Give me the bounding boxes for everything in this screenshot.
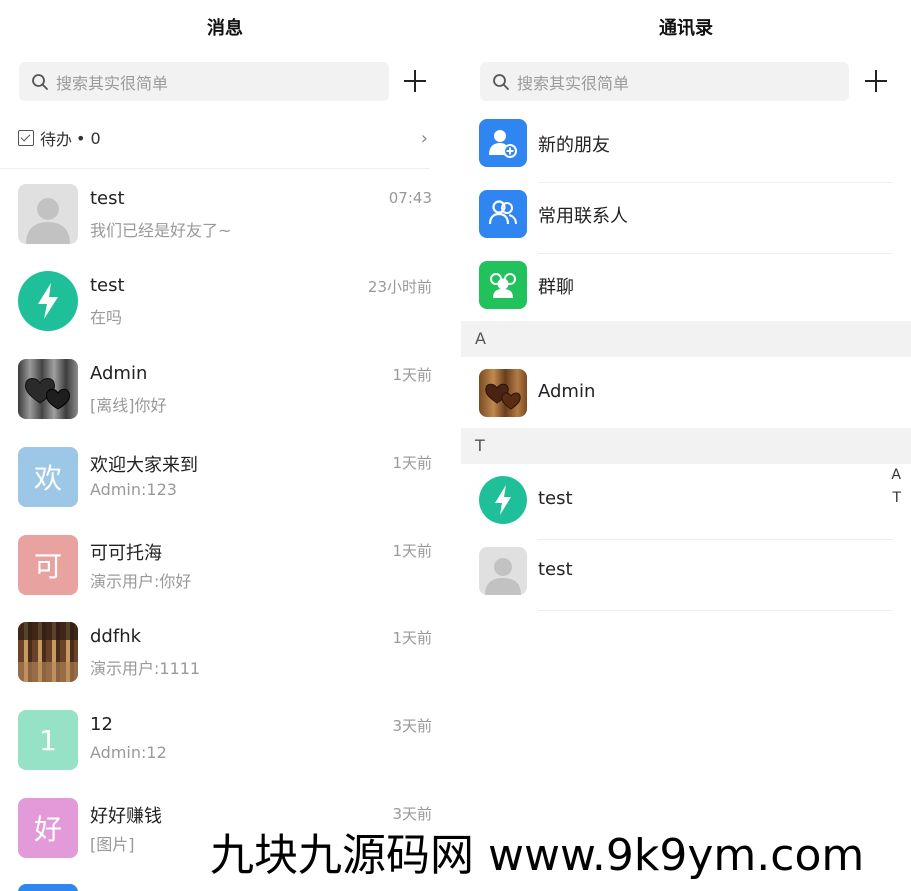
divider (538, 253, 893, 254)
hearts-image (485, 383, 521, 410)
search-input[interactable]: 搜索其实很简单 (19, 62, 389, 101)
conversation-time: 1天前 (392, 629, 432, 647)
conversation-preview: 在吗 (90, 308, 123, 327)
conversation-item[interactable]: 欢 欢迎大家来到 1天前 Admin:123 (0, 447, 450, 527)
contacts-icon (479, 190, 527, 238)
todo-label: 待办 (40, 130, 73, 149)
avatar-letter: 可 (33, 550, 62, 583)
avatar: 好 (18, 798, 78, 858)
conversation-name: 12 (90, 714, 113, 735)
food-image (18, 622, 78, 682)
avatar (18, 359, 78, 419)
avatar-letter: 欢 (33, 462, 62, 495)
avatar (479, 369, 527, 417)
section-header-t: T (461, 428, 911, 464)
search-input[interactable]: 搜索其实很简单 (480, 62, 849, 101)
search-placeholder: 搜索其实很简单 (517, 73, 630, 93)
contact-label: 常用联系人 (538, 206, 628, 227)
divider (0, 168, 430, 169)
avatar (479, 547, 527, 595)
avatar: 1 (18, 710, 78, 770)
conversation-time: 07:43 (388, 189, 432, 207)
chevron-right-icon: › (420, 127, 428, 149)
divider (538, 539, 893, 540)
conversation-name: 好好赚钱 (90, 806, 162, 827)
conversation-name: ddfhk (90, 626, 142, 647)
contact-label: 新的朋友 (538, 135, 610, 156)
messages-panel: 消息 搜索其实很简单 待办 • 0 › test 07:43 我们已经是好友了~ (0, 0, 450, 891)
conversation-name: 欢迎大家来到 (90, 455, 198, 476)
lightning-icon (38, 283, 58, 319)
conversation-preview: [离线]你好 (90, 396, 167, 415)
conversation-name: 可可托海 (90, 543, 162, 564)
conversation-name: Admin (90, 363, 148, 384)
contact-label: test (538, 559, 573, 580)
avatar (18, 884, 78, 891)
default-user-icon (485, 558, 521, 595)
search-icon (32, 73, 48, 90)
hearts-image (25, 378, 71, 410)
conversation-preview: Admin:12 (90, 743, 167, 762)
conversation-time: 23小时前 (367, 278, 432, 296)
conversation-time: 1天前 (392, 542, 432, 560)
contact-label: Admin (538, 381, 596, 402)
contact-label: test (538, 488, 573, 509)
todo-count: • 0 (76, 128, 101, 148)
contact-item[interactable]: test (461, 547, 911, 618)
conversation-preview: Admin:123 (90, 480, 177, 499)
avatar (18, 184, 78, 244)
conversation-item[interactable]: Admin 1天前 [离线]你好 (0, 359, 450, 439)
checkbox-icon (18, 130, 34, 146)
add-icon[interactable] (863, 68, 889, 94)
lightning-icon (495, 485, 511, 515)
index-letter-t[interactable]: T (892, 490, 901, 506)
page-title: 通讯录 (659, 18, 713, 39)
section-header-a: A (461, 321, 911, 357)
default-user-icon (26, 198, 70, 244)
avatar: 欢 (18, 447, 78, 507)
conversation-time: 1天前 (392, 366, 432, 384)
avatar (479, 476, 527, 524)
todo-row[interactable]: 待办 • 0 › (18, 124, 428, 152)
avatar-letter: 好 (33, 813, 62, 846)
conversation-item[interactable]: test 23小时前 在吗 (0, 271, 450, 351)
search-icon (493, 73, 509, 90)
conversation-preview: 我们已经是好友了~ (90, 221, 232, 240)
conversation-preview: 演示用户:1111 (90, 659, 201, 678)
conversation-item[interactable]: 1 12 3天前 Admin:12 (0, 710, 450, 790)
avatar (18, 271, 78, 331)
conversation-time: 3天前 (392, 805, 432, 823)
avatar (18, 622, 78, 682)
page-title: 消息 (207, 18, 243, 39)
conversation-item[interactable]: 可 可可托海 1天前 演示用户:你好 (0, 535, 450, 615)
conversation-name: test (90, 188, 125, 209)
conversation-preview: [图片] (90, 835, 135, 854)
group-chat-icon (479, 261, 527, 309)
conversation-item[interactable]: test 07:43 我们已经是好友了~ (0, 184, 450, 264)
add-friend-icon (479, 119, 527, 167)
conversation-item[interactable]: ddfhk 1天前 演示用户:1111 (0, 622, 450, 702)
avatar-letter: 1 (39, 723, 57, 757)
avatar: 可 (18, 535, 78, 595)
index-letter-a[interactable]: A (891, 467, 901, 483)
search-placeholder: 搜索其实很简单 (56, 73, 169, 93)
contacts-panel: 通讯录 搜索其实很简单 新的朋友 常用联系人 群聊 A Admin T test… (461, 0, 911, 891)
divider (538, 610, 893, 611)
add-icon[interactable] (402, 68, 428, 94)
contact-item[interactable]: test (461, 476, 911, 547)
new-friends-item[interactable]: 新的朋友 (461, 119, 911, 190)
conversation-time: 3天前 (392, 717, 432, 735)
conversation-preview: 演示用户:你好 (90, 572, 192, 591)
divider (538, 182, 893, 183)
contact-label: 群聊 (538, 277, 574, 298)
watermark: 九块九源码网 www.9k9ym.com (206, 826, 869, 886)
conversation-name: test (90, 275, 125, 296)
frequent-contacts-item[interactable]: 常用联系人 (461, 190, 911, 261)
conversation-time: 1天前 (392, 454, 432, 472)
